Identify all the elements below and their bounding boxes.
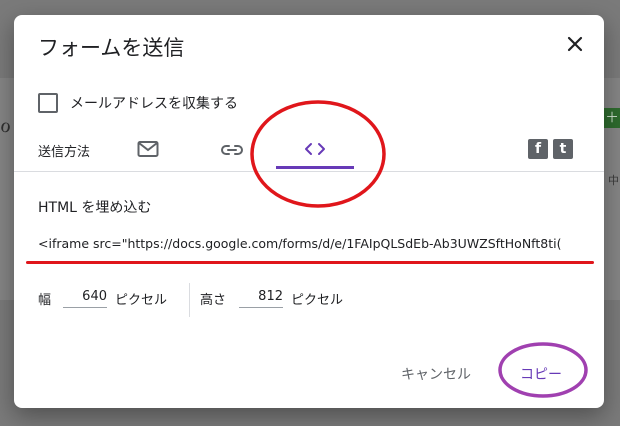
width-label-text: 幅 — [38, 293, 52, 308]
facebook-icon: f — [534, 141, 542, 157]
send-form-dialog: フォームを送信 メールアドレスを収集する 送信方法 f t HTML を埋め込む… — [14, 15, 604, 408]
height-input[interactable]: 812 — [239, 289, 283, 308]
tab-link[interactable] — [216, 131, 248, 171]
selected-tab-indicator — [276, 166, 354, 169]
link-icon — [220, 142, 244, 161]
embed-code-field[interactable]: <iframe src="https://docs.google.com/for… — [38, 236, 600, 254]
copy-button[interactable]: コピー — [520, 364, 562, 384]
embed-code-icon — [303, 141, 327, 161]
share-facebook-button[interactable]: f — [528, 139, 548, 159]
close-button[interactable] — [564, 33, 586, 55]
dialog-title: フォームを送信 — [38, 36, 185, 60]
collect-email-label: メールアドレスを収集する — [70, 96, 238, 112]
collect-email-checkbox[interactable] — [38, 93, 58, 113]
height-label: 高さ — [200, 293, 227, 308]
tab-email[interactable] — [132, 131, 164, 171]
email-icon — [137, 140, 159, 162]
tab-embed[interactable] — [276, 131, 354, 171]
width-unit: ピクセル — [115, 293, 168, 308]
width-label: 幅 — [38, 289, 51, 308]
dimension-separator — [189, 283, 190, 317]
embed-html-heading: HTML を埋め込む — [38, 200, 152, 216]
background-green-chip: 十 — [604, 108, 620, 128]
width-input[interactable]: 640 — [63, 289, 107, 308]
close-icon — [564, 33, 586, 55]
send-via-label: 送信方法 — [38, 145, 91, 160]
height-unit: ピクセル — [291, 293, 344, 308]
collect-email-row: メールアドレスを収集する — [38, 93, 238, 113]
cancel-button[interactable]: キャンセル — [401, 364, 471, 384]
background-signature-glyph: ℴ — [0, 110, 12, 138]
twitter-icon: t — [559, 141, 567, 157]
share-twitter-button[interactable]: t — [553, 139, 573, 159]
annotation-red-underline — [26, 261, 594, 264]
tabs-divider — [14, 171, 604, 172]
background-text-fragment: 中 — [608, 174, 619, 187]
